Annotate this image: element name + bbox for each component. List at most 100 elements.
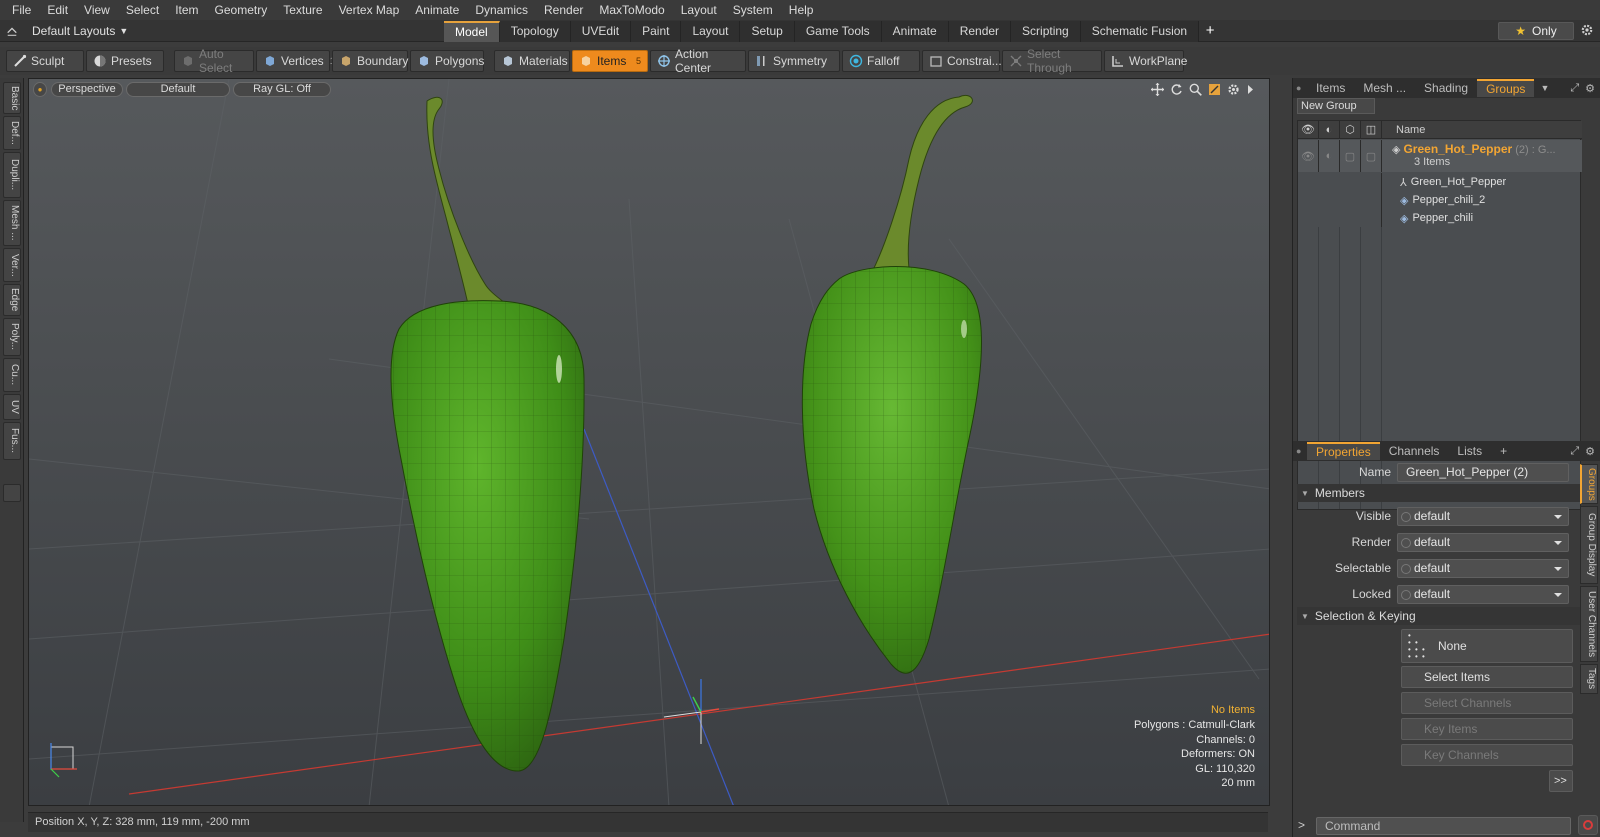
group-child-row[interactable]: ◈ Pepper_chili xyxy=(1298,209,1582,227)
left-tab-deform[interactable]: Def... xyxy=(3,116,21,150)
new-group-button[interactable]: New Group xyxy=(1297,98,1375,114)
right-pepper-mesh[interactable] xyxy=(801,94,982,674)
left-pepper-mesh[interactable] xyxy=(390,96,585,772)
tab-mesh[interactable]: Mesh ... xyxy=(1354,79,1415,97)
group-child-row[interactable]: ◈ Pepper_chili_2 xyxy=(1298,191,1582,209)
panel-grip-icon[interactable]: ● xyxy=(1293,83,1307,93)
tab-items[interactable]: Items xyxy=(1307,79,1354,97)
menu-help[interactable]: Help xyxy=(781,0,822,20)
name-field[interactable]: Green_Hot_Pepper (2) xyxy=(1397,462,1569,482)
add-tab-button[interactable]: + xyxy=(1491,442,1516,460)
tab-render[interactable]: Render xyxy=(948,21,1012,42)
left-tab-more[interactable] xyxy=(3,484,21,502)
falloff-button[interactable]: Falloff xyxy=(842,50,920,72)
lock-column-icon[interactable]: ⬡ xyxy=(1340,120,1361,139)
left-tab-mesh[interactable]: Mesh ... xyxy=(3,200,21,246)
layout-selector[interactable]: Default Layouts ▼ xyxy=(0,20,138,42)
left-tab-curve[interactable]: Cu... xyxy=(3,358,21,392)
menu-render[interactable]: Render xyxy=(536,0,591,20)
tab-scripting[interactable]: Scripting xyxy=(1011,21,1081,42)
items-button[interactable]: Items 5 xyxy=(572,50,648,72)
add-layout-tab-button[interactable]: + xyxy=(1199,20,1221,42)
tab-uvedit[interactable]: UVEdit xyxy=(570,21,632,42)
left-tab-fusion[interactable]: Fus... xyxy=(3,422,21,460)
select-through-button[interactable]: Select Through xyxy=(1002,47,1102,75)
action-center-button[interactable]: Action Center xyxy=(650,47,746,75)
constraints-button[interactable]: Constrai... xyxy=(922,50,1002,72)
visibility-column-icon[interactable]: 👁 xyxy=(1298,120,1319,139)
tab-layout[interactable]: Layout xyxy=(681,21,741,42)
menu-file[interactable]: File xyxy=(4,0,39,20)
tab-properties[interactable]: Properties xyxy=(1307,442,1380,460)
record-macro-icon[interactable] xyxy=(1578,815,1598,835)
key-channels-button[interactable]: Key Channels xyxy=(1401,744,1573,766)
panel-gear-icon[interactable]: ⚙ xyxy=(1585,82,1595,95)
tab-lists[interactable]: Lists xyxy=(1448,442,1491,460)
menu-edit[interactable]: Edit xyxy=(39,0,76,20)
group-render-icon[interactable]: ◐ xyxy=(1319,140,1340,172)
viewport-options-dot[interactable]: ● xyxy=(33,82,47,97)
menu-animate[interactable]: Animate xyxy=(407,0,467,20)
left-tab-uv[interactable]: UV xyxy=(3,394,21,420)
side-tab-group-display[interactable]: Group Display xyxy=(1580,506,1598,584)
maximize-icon[interactable]: ⤢ xyxy=(1570,82,1579,95)
menu-layout[interactable]: Layout xyxy=(673,0,725,20)
left-tab-vertex[interactable]: Ver... xyxy=(3,248,21,282)
menu-maxtomodo[interactable]: MaxToModo xyxy=(591,0,672,20)
tab-channels[interactable]: Channels xyxy=(1380,442,1449,460)
group-select-icon[interactable]: ▢ xyxy=(1361,140,1382,172)
menu-select[interactable]: Select xyxy=(118,0,167,20)
tab-schematic-fusion[interactable]: Schematic Fusion xyxy=(1080,21,1200,42)
zoom-view-icon[interactable] xyxy=(1189,83,1202,96)
panel-gear-icon[interactable]: ⚙ xyxy=(1585,445,1595,458)
left-tab-basic[interactable]: Basic xyxy=(3,82,21,114)
auto-select-button[interactable]: Auto Select xyxy=(174,47,254,75)
group-visible-icon[interactable]: 👁 xyxy=(1298,140,1319,172)
members-section[interactable]: ▼ Members xyxy=(1297,484,1581,502)
left-tab-edge[interactable]: Edge xyxy=(3,284,21,316)
select-column-icon[interactable]: ◫ xyxy=(1361,120,1382,139)
tab-setup[interactable]: Setup xyxy=(740,21,795,42)
render-dropdown[interactable]: default xyxy=(1397,532,1569,552)
tab-animate[interactable]: Animate xyxy=(881,21,949,42)
raygl-toggle[interactable]: Ray GL: Off xyxy=(233,82,331,97)
viewport-more-icon[interactable] xyxy=(1246,83,1255,96)
group-row[interactable]: 👁 ◐ ▢ ▢ ◈ Green_Hot_Pepper (2) : G... 3 I… xyxy=(1298,140,1582,172)
menu-item[interactable]: Item xyxy=(167,0,206,20)
tab-paint[interactable]: Paint xyxy=(631,21,682,42)
orientation-cube[interactable] xyxy=(50,743,77,778)
tab-groups[interactable]: Groups xyxy=(1477,79,1535,97)
panel-grip-icon[interactable]: ● xyxy=(1293,446,1307,456)
only-button[interactable]: ★ Only xyxy=(1498,22,1574,40)
menu-dynamics[interactable]: Dynamics xyxy=(467,0,536,20)
materials-button[interactable]: Materials xyxy=(494,50,570,72)
workplane-button[interactable]: WorkPlane xyxy=(1104,50,1187,72)
presets-button[interactable]: Presets xyxy=(86,50,164,72)
gear-icon[interactable] xyxy=(1580,23,1594,37)
selectable-dropdown[interactable]: default xyxy=(1397,558,1569,578)
menu-geometry[interactable]: Geometry xyxy=(207,0,276,20)
locked-dropdown[interactable]: default xyxy=(1397,584,1569,604)
viewport-gear-icon[interactable] xyxy=(1227,83,1240,96)
render-column-icon[interactable]: ◐ xyxy=(1319,120,1340,139)
boundary-button[interactable]: Boundary xyxy=(332,50,408,72)
symmetry-button[interactable]: Symmetry xyxy=(748,50,840,72)
side-tab-user-channels[interactable]: User Channels xyxy=(1580,586,1598,662)
fit-view-icon[interactable] xyxy=(1208,83,1221,96)
vertices-button[interactable]: Vertices 1 xyxy=(256,50,335,72)
transform-gizmo[interactable] xyxy=(663,679,720,744)
selection-keying-section[interactable]: ▼ Selection & Keying xyxy=(1297,607,1581,625)
tab-topology[interactable]: Topology xyxy=(499,21,571,42)
none-button[interactable]: • • • • • • • • • None xyxy=(1401,629,1573,663)
view-mode-dropdown[interactable]: Perspective xyxy=(51,82,123,97)
visible-dropdown[interactable]: default xyxy=(1397,506,1569,526)
select-items-button[interactable]: Select Items xyxy=(1401,666,1573,688)
rotate-view-icon[interactable] xyxy=(1170,83,1183,96)
menu-texture[interactable]: Texture xyxy=(275,0,330,20)
shading-dropdown[interactable]: Default xyxy=(126,82,230,97)
polygons-button[interactable]: Polygons xyxy=(410,50,484,72)
menu-vertex-map[interactable]: Vertex Map xyxy=(331,0,408,20)
sculpt-button[interactable]: Sculpt xyxy=(6,50,84,72)
key-items-button[interactable]: Key Items xyxy=(1401,718,1573,740)
menu-view[interactable]: View xyxy=(76,0,118,20)
